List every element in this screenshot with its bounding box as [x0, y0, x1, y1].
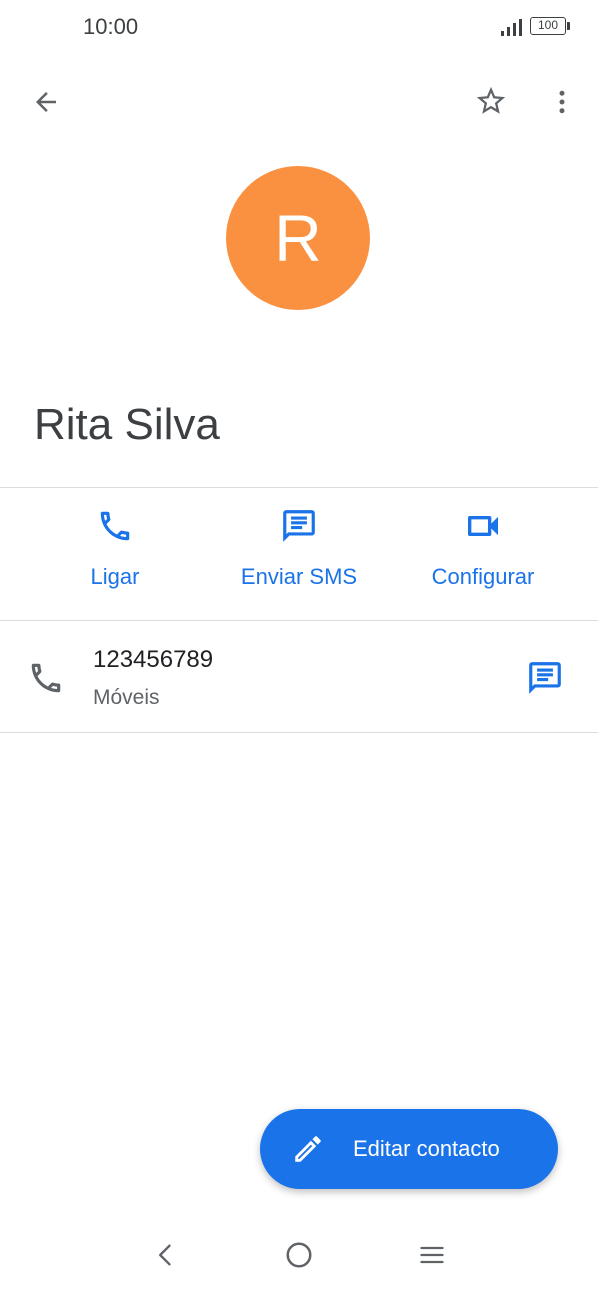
nav-menu-button[interactable] [410, 1233, 454, 1277]
favorite-button[interactable] [469, 79, 513, 123]
sms-action-label: Enviar SMS [240, 564, 358, 589]
phone-icon [31, 663, 61, 693]
message-icon [283, 510, 315, 542]
call-action-label: Ligar [90, 564, 140, 589]
arrow-back-icon [36, 92, 56, 112]
divider [0, 487, 598, 488]
nav-home-button[interactable] [277, 1233, 321, 1277]
avatar-letter: R [274, 201, 322, 275]
battery-icon: 100 [530, 17, 566, 35]
divider [0, 732, 598, 733]
nav-menu-icon [420, 1246, 444, 1264]
message-icon [529, 662, 561, 694]
phone-icon [100, 511, 130, 541]
status-time: 10:00 [83, 14, 139, 39]
videocam-icon [468, 516, 498, 536]
nav-back-icon [159, 1244, 171, 1266]
more-vert-icon [559, 90, 565, 114]
edit-pencil-icon [295, 1136, 321, 1162]
send-sms-button[interactable] [523, 656, 567, 700]
contact-name: Rita Silva [34, 400, 220, 449]
video-action-button[interactable]: Configurar [403, 506, 563, 606]
nav-back-button[interactable] [144, 1233, 188, 1277]
divider [0, 620, 598, 621]
phone-entry-icon [24, 656, 68, 700]
back-button[interactable] [24, 80, 68, 124]
more-options-button[interactable] [540, 80, 584, 124]
call-action-button[interactable]: Ligar [35, 506, 195, 606]
nav-home-icon [286, 1242, 312, 1268]
phone-type-label: Móveis [93, 686, 160, 709]
phone-number: 123456789 [93, 646, 214, 673]
video-action-label: Configurar [431, 564, 535, 589]
battery-tip [567, 22, 570, 30]
sms-action-button[interactable]: Enviar SMS [219, 506, 379, 606]
edit-contact-button[interactable]: Editar contacto [260, 1109, 558, 1189]
edit-contact-label: Editar contacto [353, 1136, 500, 1161]
avatar: R [226, 166, 370, 310]
phone-entry-row[interactable] [0, 622, 598, 732]
star-outline-icon [476, 86, 506, 114]
signal-icon [501, 19, 522, 36]
